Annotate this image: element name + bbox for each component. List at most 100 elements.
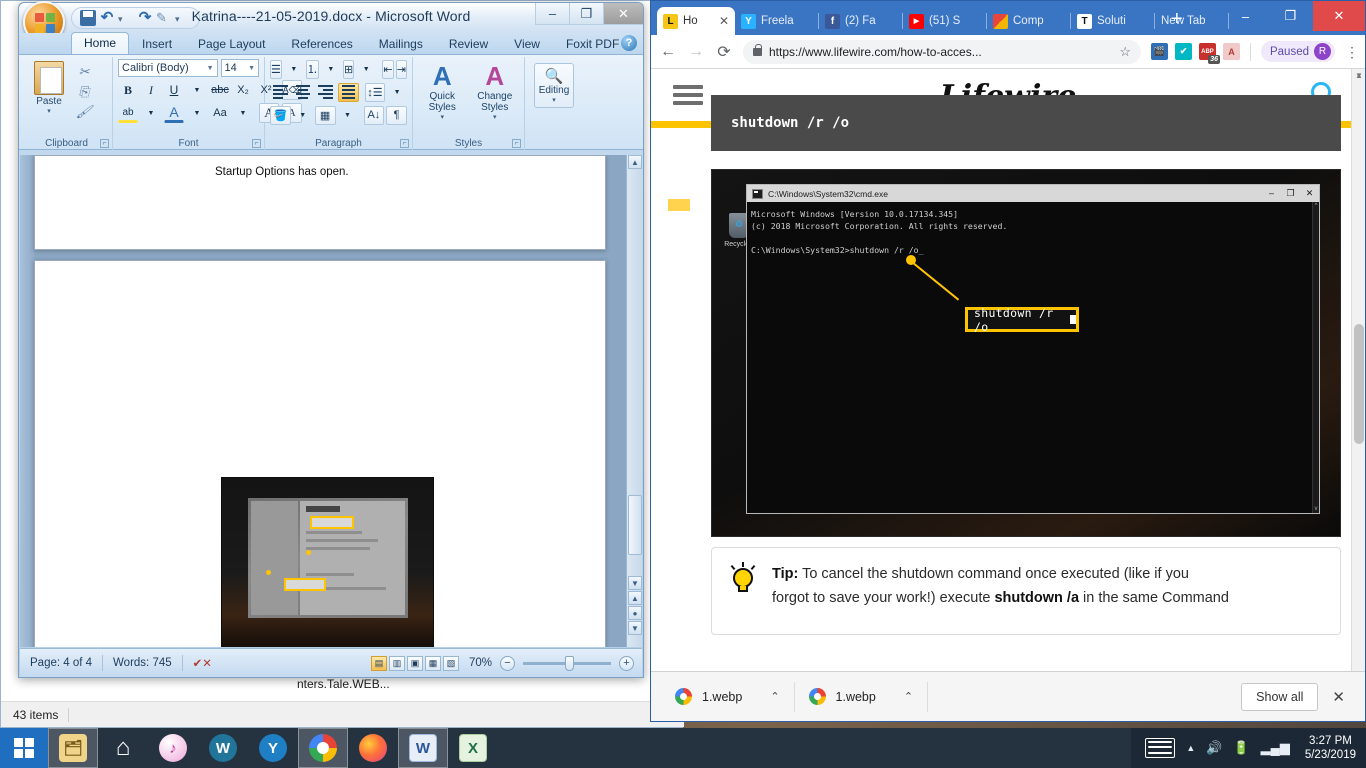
word-vertical-scrollbar[interactable]: ▲ ▼ ▲ ● ▼ xyxy=(626,155,642,647)
close-downloads-bar-icon[interactable]: ✕ xyxy=(1318,688,1355,706)
download-item[interactable]: 1.webp ⌃ xyxy=(795,679,928,715)
status-page-number[interactable]: Page: 4 of 4 xyxy=(20,657,102,669)
word-close-button[interactable]: ✕ xyxy=(603,3,643,25)
help-icon[interactable]: ? xyxy=(621,35,637,51)
chrome-menu-icon[interactable]: ⋮ xyxy=(1345,45,1359,59)
sort-icon[interactable]: A↓ xyxy=(363,105,385,125)
scroll-up-button[interactable]: ▲ xyxy=(628,155,642,169)
tab-insert[interactable]: Insert xyxy=(129,34,185,54)
paragraph-list-row[interactable]: ☰ ▼ ⒈ ▼ ⊞ ▼ ⇤ ⇥ xyxy=(270,59,407,79)
google-chrome-window[interactable]: L Ho ✕ Y Freela f (2) Fa ▶ (51) S Comp T xyxy=(650,0,1366,722)
editing-button[interactable]: 🔍 Editing ▾ xyxy=(534,63,574,108)
taskbar-mozilla-firefox[interactable] xyxy=(348,728,398,768)
shading-dropdown-icon[interactable]: ▼ xyxy=(293,105,313,125)
downloads-bar[interactable]: 1.webp ⌃ 1.webp ⌃ Show all ✕ xyxy=(651,671,1365,721)
scroll-down-button[interactable]: ▼ xyxy=(628,576,642,590)
document-page-3[interactable]: Startup Options has open. xyxy=(34,155,606,250)
article-figure-cmd[interactable]: ♻ Recycle B C:\Windows\System32\cmd.exe … xyxy=(711,169,1341,537)
chrome-tabs[interactable]: L Ho ✕ Y Freela f (2) Fa ▶ (51) S Comp T xyxy=(657,7,1229,35)
paragraph-shading-row[interactable]: 🪣 ▼ ▦ ▼ A↓ ¶ xyxy=(270,105,407,125)
document-page-4[interactable]: Option 3: Shutdown Command. Open Run if … xyxy=(34,260,606,647)
numbered-list-icon[interactable]: ⒈ xyxy=(305,59,319,79)
battery-icon[interactable]: 🔋 xyxy=(1233,740,1249,756)
subscript-button[interactable]: X₂ xyxy=(233,80,253,100)
adblock-icon[interactable]: ABP 36 xyxy=(1198,43,1220,64)
justify-icon[interactable] xyxy=(337,82,359,102)
word-window-controls[interactable]: – ❐ ✕ xyxy=(535,3,643,25)
clipboard-small-buttons[interactable]: ✂ ⎘ 🖌 xyxy=(74,59,94,121)
taskbar-google-chrome[interactable] xyxy=(298,728,348,768)
status-view-controls[interactable]: ▤ ▥ ▣ ▦ ▧ 70% − + xyxy=(370,655,642,671)
change-styles-dropdown-icon[interactable]: ▾ xyxy=(471,113,520,121)
multilevel-list-icon[interactable]: ⊞ xyxy=(342,59,355,79)
web-layout-view-button[interactable]: ▣ xyxy=(406,655,423,671)
change-styles-button[interactable]: A Change Styles ▾ xyxy=(471,61,520,121)
quick-styles-dropdown-icon[interactable]: ▾ xyxy=(418,113,467,121)
network-icon[interactable]: ▂▄▆ xyxy=(1261,740,1290,756)
profile-chip[interactable]: Paused R xyxy=(1260,41,1335,62)
bookmark-star-icon[interactable]: ☆ xyxy=(1119,44,1131,60)
italic-button[interactable]: I xyxy=(141,80,161,100)
full-screen-reading-button[interactable]: ▥ xyxy=(388,655,405,671)
numbered-dropdown-icon[interactable]: ▼ xyxy=(321,59,341,79)
increase-indent-icon[interactable]: ⇥ xyxy=(395,59,407,79)
font-color-icon[interactable]: A xyxy=(164,103,184,123)
styles-buttons[interactable]: A Quick Styles ▾ A Change Styles ▾ xyxy=(418,59,519,121)
tab-freelancer[interactable]: Y Freela xyxy=(735,7,819,35)
font-selection-row[interactable]: Calibri (Body) ▼ 14 ▼ xyxy=(118,59,259,77)
word-document-canvas[interactable]: Startup Options has open. xyxy=(20,155,642,647)
previous-page-button[interactable]: ▲ xyxy=(628,591,642,605)
clock[interactable]: 3:27 PM 5/23/2019 xyxy=(1301,734,1356,762)
tab-review[interactable]: Review xyxy=(436,34,501,54)
page-scrollbar[interactable]: ▲ ▼ xyxy=(1351,69,1365,671)
borders-icon[interactable]: ▦ xyxy=(314,105,336,125)
ribbon-group-paragraph[interactable]: ☰ ▼ ⒈ ▼ ⊞ ▼ ⇤ ⇥ ↕☰ ▼ 🪣 ▼ ▦ ▼ A↓ ¶ Paragr… xyxy=(265,57,413,150)
taskbar-itunes[interactable]: ♪ xyxy=(148,728,198,768)
windows-taskbar[interactable]: 🗂 ⌂ ♪ W Y W X ▲ 🔊 🔋 ▂▄▆ 3:27 PM 5/23/201… xyxy=(0,728,1366,768)
proofing-errors-icon[interactable]: ✔✕ xyxy=(183,656,222,670)
align-left-icon[interactable] xyxy=(270,83,291,102)
tab-references[interactable]: References xyxy=(278,34,365,54)
new-tab-button[interactable]: + xyxy=(1171,9,1183,29)
borders-dropdown-icon[interactable]: ▼ xyxy=(338,105,358,125)
font-color-dropdown-icon[interactable]: ▼ xyxy=(187,103,207,123)
show-hidden-icons-icon[interactable]: ▲ xyxy=(1186,743,1195,753)
tab-mailings[interactable]: Mailings xyxy=(366,34,436,54)
explorer-file-label[interactable]: nters.Tale.WEB... xyxy=(297,677,390,691)
clipboard-dialog-launcher[interactable]: ⌐ xyxy=(100,139,109,148)
word-minimize-button[interactable]: – xyxy=(535,3,569,25)
chrome-window-controls[interactable]: – ❐ ✕ xyxy=(1223,1,1365,31)
taskbar-home-app[interactable]: ⌂ xyxy=(98,728,148,768)
system-tray[interactable]: ▲ 🔊 🔋 ▂▄▆ 3:27 PM 5/23/2019 xyxy=(1131,728,1366,768)
zoom-out-button[interactable]: − xyxy=(500,655,515,671)
word-status-bar[interactable]: Page: 4 of 4 Words: 745 ✔✕ ▤ ▥ ▣ ▦ ▧ 70%… xyxy=(20,648,642,677)
tab-facebook[interactable]: f (2) Fa xyxy=(819,7,903,35)
font-style-row[interactable]: B I U ▼ abc X₂ X² A⌫ xyxy=(118,80,302,100)
show-all-downloads-button[interactable]: Show all xyxy=(1241,682,1319,711)
zoom-slider[interactable] xyxy=(523,655,611,671)
checkmark-extension-icon[interactable]: ✔ xyxy=(1174,43,1192,60)
word-title-bar[interactable]: ↶ ▾ ↷ ✎ ▾ Katrina----21-05-2019.docx - M… xyxy=(19,1,643,43)
taskbar-freelancer[interactable]: Y xyxy=(248,728,298,768)
chrome-maximize-button[interactable]: ❐ xyxy=(1268,1,1313,31)
font-color-row[interactable]: ab ▼ A ▼ Aa ▼ A A xyxy=(118,103,302,123)
editing-dropdown-icon[interactable]: ▾ xyxy=(535,96,573,104)
volume-icon[interactable]: 🔊 xyxy=(1206,740,1222,756)
multilevel-dropdown-icon[interactable]: ▼ xyxy=(356,59,376,79)
word-maximize-button[interactable]: ❐ xyxy=(569,3,603,25)
keyboard-icon[interactable] xyxy=(1145,738,1176,758)
bullet-list-icon[interactable]: ☰ xyxy=(270,59,282,79)
forward-button[interactable]: → xyxy=(687,43,705,61)
line-spacing-icon[interactable]: ↕☰ xyxy=(364,82,386,102)
highlight-dropdown-icon[interactable]: ▼ xyxy=(141,103,161,123)
pdf-extension-icon[interactable]: A xyxy=(1222,43,1240,60)
zoom-slider-knob[interactable] xyxy=(565,655,574,671)
chrome-minimize-button[interactable]: – xyxy=(1223,1,1268,31)
scroll-thumb[interactable] xyxy=(628,495,642,555)
align-center-icon[interactable] xyxy=(293,83,314,102)
paragraph-align-row[interactable]: ↕☰ ▼ xyxy=(270,82,407,102)
tab-home[interactable]: Home xyxy=(71,32,130,54)
zoom-level[interactable]: 70% xyxy=(461,657,498,669)
tab-new-tab[interactable]: New Tab xyxy=(1155,7,1229,35)
text-highlight-icon[interactable]: ab xyxy=(118,103,138,123)
